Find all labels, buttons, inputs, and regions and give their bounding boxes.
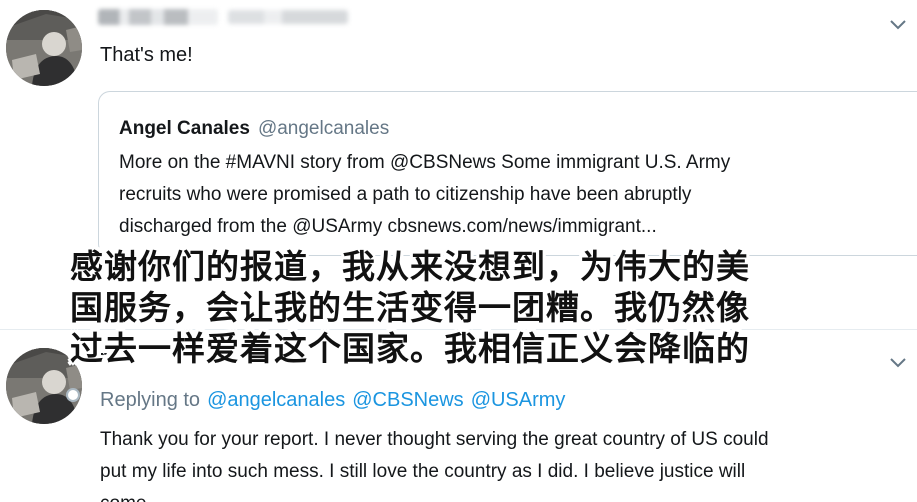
quoted-tweet-header: Angel Canales @angelcanales [119,116,389,142]
blurred-display-name[interactable] [98,9,218,25]
tweet-line: come. [100,488,910,502]
tweet-line: Thank you for your report. I never thoug… [100,429,769,450]
chevron-down-icon[interactable] [887,352,909,374]
caption-line: 过去一样爱着这个国家。我相信正义会降临的 [70,329,750,368]
tweet-1-header [98,4,348,30]
caption-line: 感谢你们的报道，我从来没想到，为伟大的美 [70,247,750,286]
mention-link[interactable]: @CBSNews [352,386,463,414]
quoted-line: recruits who were promised a path to cit… [119,184,692,205]
tweet-line: put my life into such mess. I still love… [100,461,746,482]
replying-to-label: Replying to [100,389,201,411]
thread-connector-icon [66,388,80,402]
timeline: That's me! Angel Canales @angelcanales M… [0,0,917,502]
mention-link[interactable]: @angelcanales [207,386,345,414]
replying-to: Replying to @angelcanales @CBSNews @USAr… [100,386,565,414]
quoted-tweet[interactable]: Angel Canales @angelcanales More on the … [98,91,917,256]
quoted-author-name[interactable]: Angel Canales [119,116,250,142]
quoted-tweet-text: More on the #MAVNI story from @CBSNews S… [119,147,889,243]
quoted-line: More on the #MAVNI story from @CBSNews S… [119,152,731,173]
mention-link[interactable]: @USArmy [471,386,566,414]
quoted-line: discharged from the @USArmy cbsnews.com/… [119,216,657,237]
blurred-handle[interactable] [228,10,348,24]
quoted-author-handle[interactable]: @angelcanales [258,116,389,142]
chinese-caption-overlay: 感谢你们的报道，我从来没想到，为伟大的美 国服务，会让我的生活变得一团糟。我仍然… [70,246,870,369]
tweet-1-text: That's me! [100,44,193,66]
caption-line: 国服务，会让我的生活变得一团糟。我仍然像 [70,288,750,327]
chevron-down-icon[interactable] [887,14,909,36]
avatar[interactable] [6,10,82,86]
tweet-2-text: Thank you for your report. I never thoug… [100,424,910,502]
